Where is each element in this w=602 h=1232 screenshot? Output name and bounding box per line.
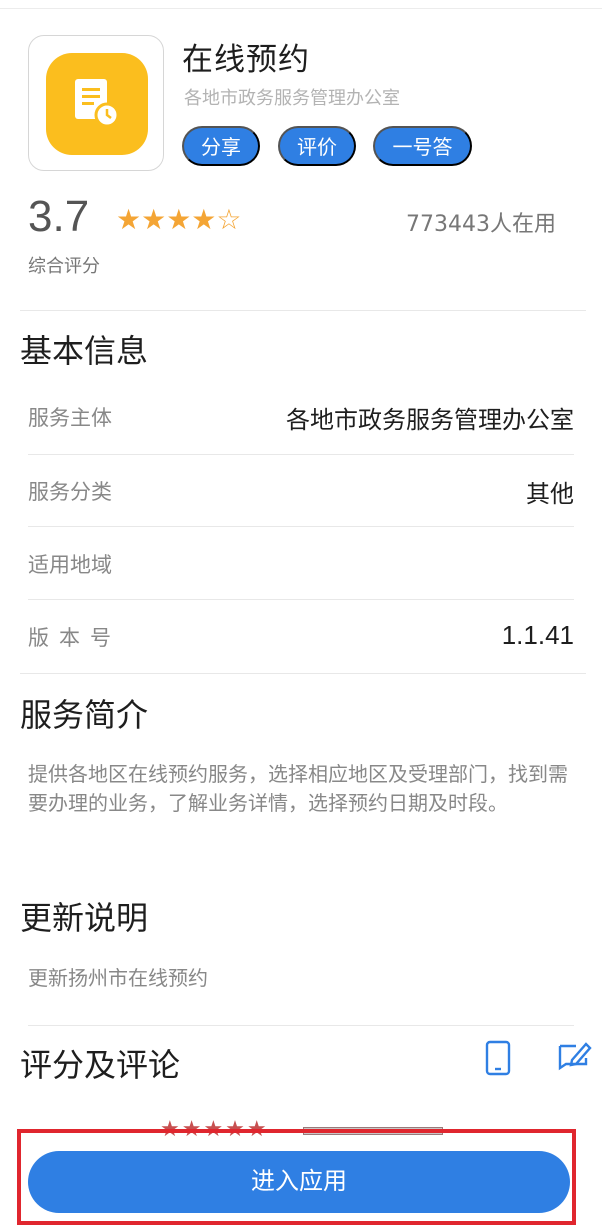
rating-stars: ★★★★☆ [116, 203, 242, 236]
divider [20, 310, 586, 311]
reviews-title: 评分及评论 [20, 1046, 181, 1084]
info-row-label: 服务分类 [28, 480, 112, 504]
info-row-label: 版本号 [28, 626, 121, 650]
update-text: 更新扬州市在线预约 [28, 966, 208, 990]
info-row-value: 其他 [526, 480, 574, 508]
intro-title: 服务简介 [20, 696, 149, 734]
top-divider [0, 8, 602, 9]
rating-label: 综合评分 [28, 256, 100, 277]
divider [20, 673, 586, 674]
app-publisher: 各地市政务服务管理办公室 [184, 88, 400, 109]
divider [28, 599, 574, 600]
rate-button[interactable]: 评价 [278, 126, 356, 166]
phone-icon[interactable] [484, 1040, 512, 1080]
info-row-label: 适用地域 [28, 553, 112, 577]
info-row-value: 1.1.41 [501, 620, 574, 650]
update-title: 更新说明 [20, 899, 149, 937]
app-title: 在线预约 [182, 42, 310, 78]
basic-info-title: 基本信息 [20, 332, 149, 370]
share-button[interactable]: 分享 [182, 126, 260, 166]
app-icon-frame [28, 35, 164, 171]
intro-text: 提供各地区在线预约服务，选择相应地区及受理部门，找到需要办理的业务，了解业务详情… [28, 762, 568, 815]
ask-button[interactable]: 一号答 [373, 126, 472, 166]
divider [28, 454, 574, 455]
user-count: 773443人在用 [406, 212, 556, 237]
divider [28, 1025, 574, 1026]
rating-score: 3.7 [28, 192, 90, 241]
info-row-label: 服务主体 [28, 406, 112, 430]
divider [28, 526, 574, 527]
document-clock-icon [46, 53, 148, 155]
edit-review-icon[interactable] [556, 1040, 592, 1078]
enter-app-button[interactable]: 进入应用 [28, 1151, 570, 1213]
info-row-value: 各地市政务服务管理办公室 [286, 406, 574, 434]
